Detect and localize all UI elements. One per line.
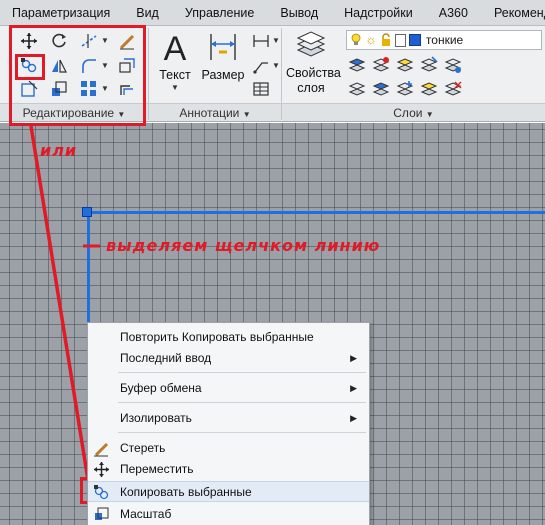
layer-tool-5-icon[interactable] [444, 56, 462, 74]
layer-tool-6-icon[interactable] [348, 80, 366, 98]
context-menu: Повторить Копировать выбранные Последний… [87, 322, 370, 525]
layer-tool-9-icon[interactable] [420, 80, 438, 98]
lock-icon [380, 33, 392, 47]
layer-color-swatch [408, 34, 421, 46]
menu-bar: Параметризация Вид Управление Вывод Надс… [0, 0, 545, 26]
menu-item-move[interactable]: Переместить [88, 459, 369, 480]
layers-panel-title[interactable]: Слои ▼ [282, 103, 545, 121]
layer-properties-button[interactable]: Свойства слоя [286, 30, 341, 96]
current-layer-name: тонкие [425, 33, 464, 47]
menu-view[interactable]: Вид [122, 0, 171, 25]
menu-separator [118, 402, 366, 403]
menu-item-copy-selection[interactable]: Копировать выбранные [88, 481, 369, 502]
menu-item-clipboard[interactable]: Буфер обмена ▶ [88, 378, 369, 399]
menu-item-recent-input[interactable]: Последний ввод ▶ [88, 348, 369, 369]
linear-dim-icon[interactable] [252, 32, 270, 50]
selected-line-horizontal[interactable] [87, 211, 545, 214]
annotations-panel-title[interactable]: Аннотации ▼ [149, 103, 281, 121]
layer-tool-2-icon[interactable] [372, 56, 390, 74]
or-annotation: или [40, 141, 78, 160]
menu-item-repeat-copy[interactable]: Повторить Копировать выбранные [88, 327, 369, 348]
menu-featured[interactable]: Рекомендованные [480, 0, 545, 25]
layer-tool-7-icon[interactable] [372, 80, 390, 98]
move-icon [93, 461, 110, 478]
text-icon: A [163, 30, 187, 68]
paper-icon [394, 33, 406, 47]
layer-tool-8-icon[interactable] [396, 80, 414, 98]
menu-parametrization[interactable]: Параметризация [0, 0, 122, 25]
menu-a360[interactable]: A360 [425, 0, 480, 25]
erase-icon [93, 440, 110, 457]
submenu-arrow-icon: ▶ [350, 413, 357, 423]
dimension-icon [200, 30, 246, 68]
menu-item-erase[interactable]: Стереть [88, 438, 369, 459]
menu-separator [118, 372, 366, 373]
leader-dropdown-icon[interactable]: ▼ [272, 61, 280, 70]
text-dropdown-icon: ▼ [171, 83, 179, 92]
layer-tool-1-icon[interactable] [348, 56, 366, 74]
menu-output[interactable]: Вывод [266, 0, 330, 25]
menu-manage[interactable]: Управление [171, 0, 267, 25]
layer-properties-icon [286, 30, 336, 66]
submenu-arrow-icon: ▶ [350, 353, 357, 363]
layer-tool-10-icon[interactable] [444, 80, 462, 98]
layer-dropdown[interactable]: ☼ тонкие [346, 30, 542, 50]
layer-tool-4-icon[interactable] [420, 56, 438, 74]
menu-separator [118, 432, 366, 433]
menu-addins[interactable]: Надстройки [330, 0, 425, 25]
table-icon[interactable] [252, 80, 270, 98]
copy-icon [93, 484, 110, 501]
dimension-button[interactable]: Размер [200, 30, 246, 83]
sun-icon: ☼ [365, 32, 377, 47]
text-button[interactable]: A Текст ▼ [155, 30, 195, 92]
layer-tool-3-icon[interactable] [396, 56, 414, 74]
scale-icon [93, 506, 110, 523]
menu-item-scale[interactable]: Масштаб [88, 504, 369, 525]
copy-icon-highlight [15, 54, 45, 80]
submenu-arrow-icon: ▶ [350, 383, 357, 393]
line-grip[interactable] [82, 207, 92, 217]
linear-dim-dropdown-icon[interactable]: ▼ [272, 36, 280, 45]
leader-icon[interactable] [252, 57, 270, 75]
lightbulb-icon [350, 33, 362, 47]
select-line-annotation: выделяем щелчком линию [106, 236, 381, 255]
menu-item-isolate[interactable]: Изолировать ▶ [88, 408, 369, 429]
